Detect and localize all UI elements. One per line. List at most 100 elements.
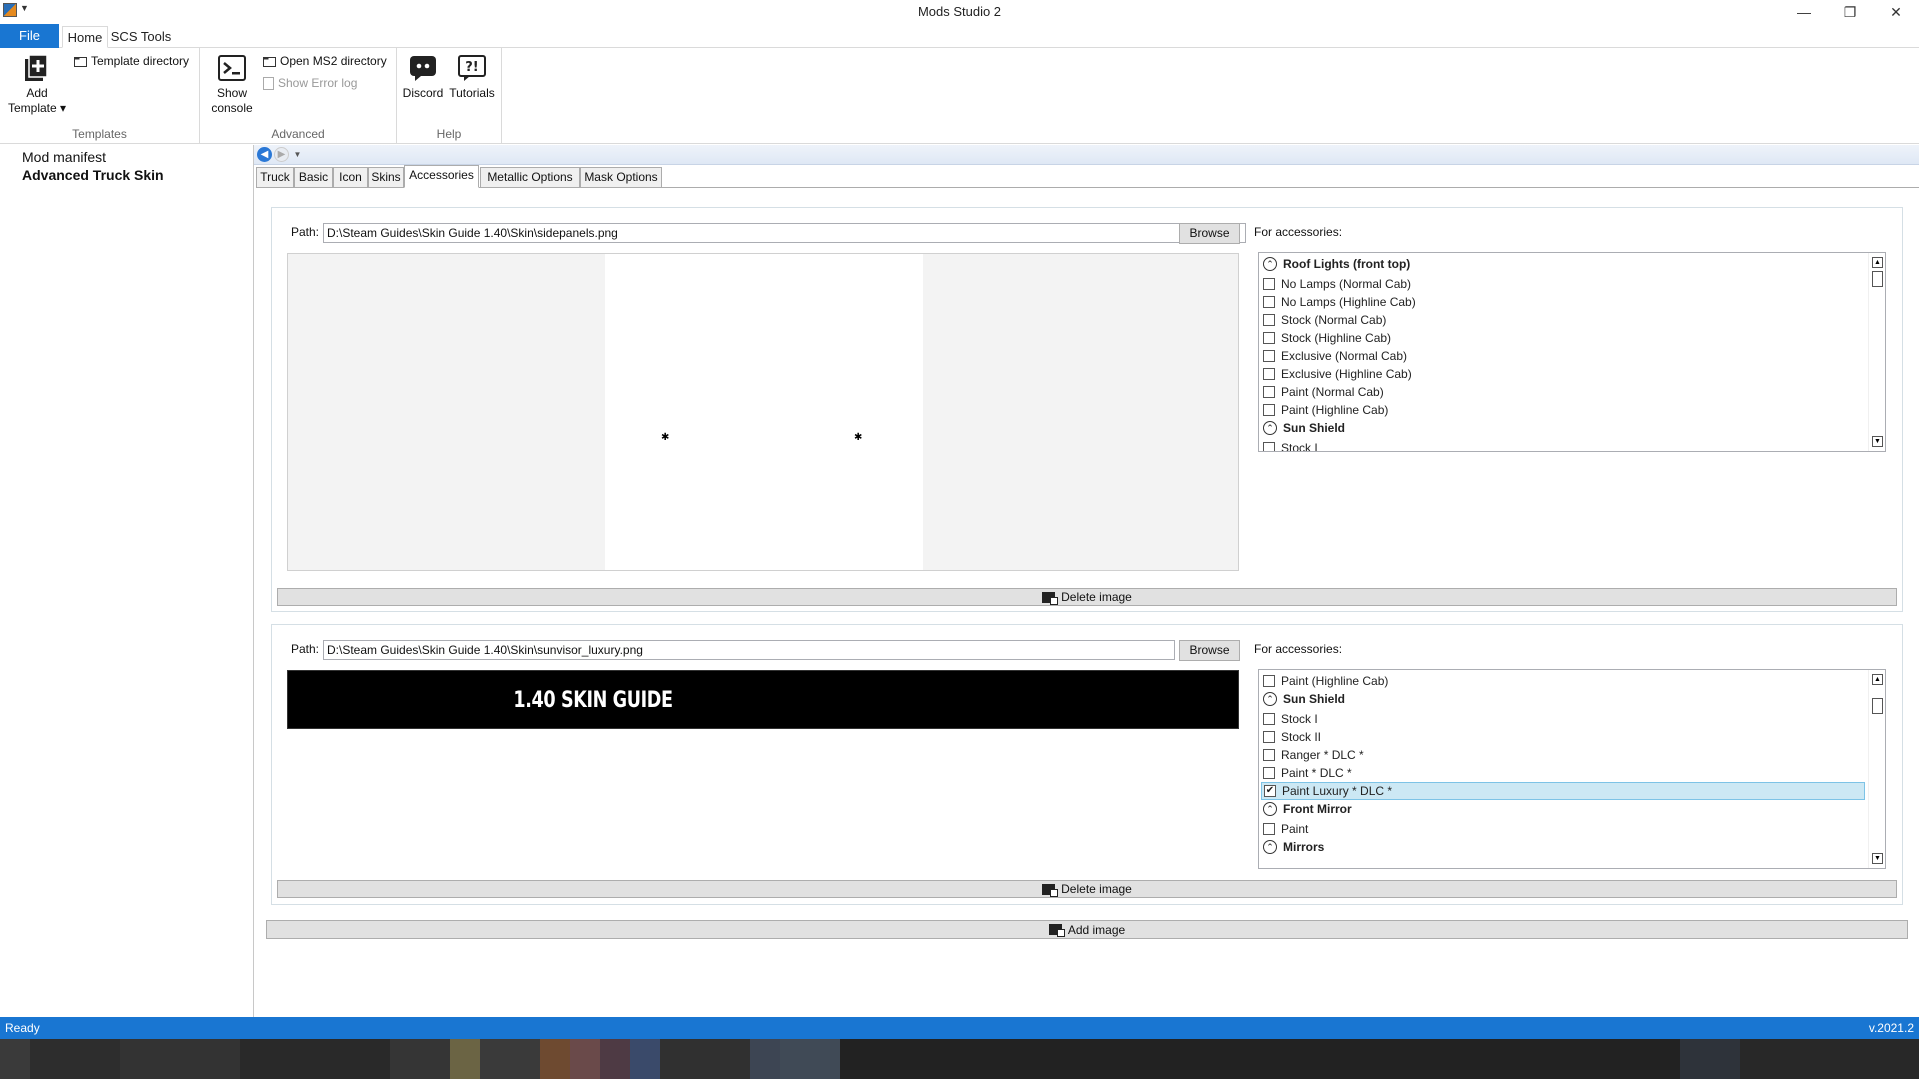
tab-home[interactable]: Home [62,26,108,48]
back-icon[interactable]: ◀ [257,147,272,162]
preview-image-text: 1.40 SKIN GUIDE [513,688,673,713]
checkbox[interactable] [1263,278,1275,290]
restore-button[interactable]: ❐ [1827,0,1873,24]
accessory-checkbox-item[interactable]: No Lamps (Highline Cab) [1263,293,1416,311]
document-icon [263,76,274,90]
accessory-group-header[interactable]: ⌃ Sun Shield [1263,690,1345,708]
checkbox[interactable] [1263,713,1275,725]
image-preview: ✱ ✱ [287,253,1239,571]
svg-text:?!: ?! [465,60,478,75]
collapse-group-icon[interactable]: ⌃ [1263,421,1277,435]
checkbox[interactable] [1263,314,1275,326]
tab-mask-options[interactable]: Mask Options [580,167,662,188]
checkbox[interactable] [1263,350,1275,362]
checkbox[interactable] [1263,368,1275,380]
for-accessories-label: For accessories: [1254,642,1343,656]
browse-button[interactable]: Browse [1179,223,1240,244]
accessory-label: Exclusive (Highline Cab) [1281,367,1412,381]
path-input[interactable]: D:\Steam Guides\Skin Guide 1.40\Skin\sid… [323,223,1246,243]
checkbox[interactable]: ✔ [1264,785,1276,797]
path-input[interactable]: D:\Steam Guides\Skin Guide 1.40\Skin\sun… [323,640,1175,660]
scroll-down-icon[interactable]: ▼ [1872,436,1883,447]
accessory-label: Stock I [1281,441,1318,452]
tab-skins[interactable]: Skins [368,167,404,188]
list-scrollbar[interactable]: ▲ ▼ [1868,253,1885,451]
accessory-checkbox-item[interactable]: Paint [1263,820,1308,838]
template-directory-button[interactable]: Template directory [74,54,189,68]
accessory-checkbox-item[interactable]: Stock I [1263,439,1318,452]
add-template-button[interactable]: Add Template ▾ [6,52,68,116]
checkbox[interactable] [1263,404,1275,416]
accessory-label: Stock II [1281,730,1322,744]
scroll-down-icon[interactable]: ▼ [1872,853,1883,864]
accessory-label: Paint [1281,822,1309,836]
tab-truck[interactable]: Truck [256,167,294,188]
accessory-group-header[interactable]: ⌃ Mirrors [1263,838,1324,856]
accessory-checkbox-item[interactable]: Paint (Highline Cab) [1263,672,1388,690]
tab-metallic-options[interactable]: Metallic Options [480,167,580,188]
preview-image: ✱ ✱ [605,254,923,570]
accessory-image-entry-1: Path: D:\Steam Guides\Skin Guide 1.40\Sk… [271,207,1903,612]
checkbox[interactable] [1263,442,1275,451]
history-dropdown-icon[interactable]: ▼ [290,147,305,162]
accessory-checkbox-item[interactable]: Paint * DLC * [1263,764,1352,782]
accessory-group-header[interactable]: ⌃ Sun Shield [1263,419,1345,437]
tab-file[interactable]: File [0,24,59,48]
scroll-thumb[interactable] [1872,698,1883,714]
delete-image-button[interactable]: Delete image [277,880,1897,898]
forward-icon[interactable]: ▶ [274,147,289,162]
scroll-thumb[interactable] [1872,271,1883,287]
accessory-checkbox-item[interactable]: Paint (Highline Cab) [1263,401,1388,419]
tab-basic[interactable]: Basic [294,167,333,188]
checkbox[interactable] [1263,675,1275,687]
minimize-button[interactable]: — [1781,0,1827,24]
checkbox[interactable] [1263,386,1275,398]
group-label-help: Help [436,127,462,141]
checkbox[interactable] [1263,749,1275,761]
accessory-checkbox-item[interactable]: Stock II [1263,728,1321,746]
tab-scs-tools[interactable]: SCS Tools [110,26,172,48]
scroll-up-icon[interactable]: ▲ [1872,674,1883,685]
show-error-log-button[interactable]: Show Error log [263,76,357,90]
browse-button[interactable]: Browse [1179,640,1240,661]
tree-item-mod-manifest[interactable]: Mod manifest [22,149,106,165]
accessory-checkbox-item[interactable]: ✔ Paint Luxury * DLC * [1261,782,1865,800]
collapse-group-icon[interactable]: ⌃ [1263,802,1277,816]
accessory-checkbox-item[interactable]: Exclusive (Normal Cab) [1263,347,1407,365]
add-template-icon [21,52,53,84]
checkbox[interactable] [1263,823,1275,835]
accessory-checkbox-item[interactable]: Paint (Normal Cab) [1263,383,1384,401]
title-bar: ▼ Mods Studio 2 — ❐ ✕ [0,0,1919,24]
checkbox[interactable] [1263,731,1275,743]
accessory-group-header[interactable]: ⌃ Roof Lights (front top) [1263,255,1410,273]
group-label-templates: Templates [72,127,127,141]
for-accessories-label: For accessories: [1254,225,1343,239]
collapse-group-icon[interactable]: ⌃ [1263,257,1277,271]
scroll-up-icon[interactable]: ▲ [1872,257,1883,268]
accessory-checkbox-item[interactable]: Ranger * DLC * [1263,746,1364,764]
open-ms2-directory-button[interactable]: Open MS2 directory [263,54,387,68]
accessory-checkbox-item[interactable]: Stock (Highline Cab) [1263,329,1391,347]
collapse-group-icon[interactable]: ⌃ [1263,840,1277,854]
accessories-list: Paint (Highline Cab) ⌃ Sun Shield Stock I St… [1258,669,1886,869]
checkbox[interactable] [1263,332,1275,344]
status-text: Ready [5,1021,40,1035]
checkbox[interactable] [1263,767,1275,779]
tab-accessories[interactable]: Accessories [404,165,479,188]
tab-icon[interactable]: Icon [333,167,368,188]
collapse-group-icon[interactable]: ⌃ [1263,692,1277,706]
accessory-group-header[interactable]: ⌃ Front Mirror [1263,800,1352,818]
accessory-checkbox-item[interactable]: No Lamps (Normal Cab) [1263,275,1411,293]
accessory-checkbox-item[interactable]: Stock (Normal Cab) [1263,311,1386,329]
tutorials-button[interactable]: ?! Tutorials [447,52,497,101]
add-image-button[interactable]: Add image [266,920,1908,939]
accessory-checkbox-item[interactable]: Stock I [1263,710,1318,728]
tree-item-advanced-truck-skin[interactable]: Advanced Truck Skin [22,167,164,183]
list-scrollbar[interactable]: ▲ ▼ [1868,670,1885,868]
accessory-checkbox-item[interactable]: Exclusive (Highline Cab) [1263,365,1412,383]
discord-button[interactable]: Discord [401,52,445,101]
delete-image-button[interactable]: Delete image [277,588,1897,606]
checkbox[interactable] [1263,296,1275,308]
close-button[interactable]: ✕ [1873,0,1919,24]
show-console-button[interactable]: Show console [208,52,256,116]
